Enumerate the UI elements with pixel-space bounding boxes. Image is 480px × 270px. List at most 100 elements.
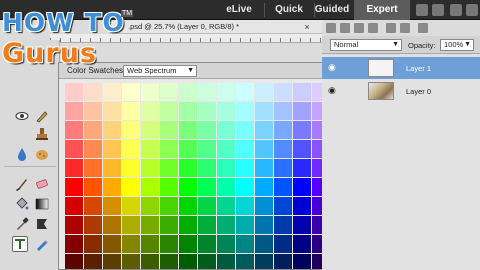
color-swatch[interactable]: [84, 178, 102, 196]
color-swatch[interactable]: [160, 178, 178, 196]
close-document-icon[interactable]: ×: [300, 20, 314, 34]
sponge-icon[interactable]: [34, 146, 50, 162]
color-swatch[interactable]: [141, 121, 159, 139]
color-swatch[interactable]: [274, 254, 292, 269]
color-swatch[interactable]: [217, 216, 235, 234]
color-swatch[interactable]: [179, 83, 197, 101]
color-swatch[interactable]: [103, 197, 121, 215]
color-swatch[interactable]: [141, 197, 159, 215]
gradient-icon[interactable]: [34, 196, 50, 212]
blend-mode-select[interactable]: Normal ▼: [330, 39, 402, 51]
eye-icon[interactable]: [14, 108, 30, 124]
color-swatch[interactable]: [274, 102, 292, 120]
color-swatch[interactable]: [84, 140, 102, 158]
color-swatch[interactable]: [122, 254, 140, 269]
stamp-icon[interactable]: [34, 126, 50, 142]
color-swatch[interactable]: [84, 216, 102, 234]
color-swatch[interactable]: [236, 83, 254, 101]
color-swatch[interactable]: [65, 216, 83, 234]
color-swatch[interactable]: [274, 83, 292, 101]
color-swatch[interactable]: [141, 178, 159, 196]
color-swatch[interactable]: [65, 140, 83, 158]
color-swatch[interactable]: [293, 83, 311, 101]
color-swatch[interactable]: [84, 121, 102, 139]
lock-all-icon[interactable]: [400, 23, 410, 33]
mode-guided[interactable]: Guided: [302, 0, 362, 20]
shape-icon[interactable]: [34, 216, 50, 232]
color-swatch[interactable]: [65, 102, 83, 120]
color-swatch[interactable]: [160, 121, 178, 139]
lock-icon[interactable]: [386, 23, 396, 33]
color-swatch[interactable]: [141, 254, 159, 269]
color-swatch[interactable]: [122, 216, 140, 234]
create-icon[interactable]: [416, 4, 428, 16]
color-swatch[interactable]: [217, 121, 235, 139]
color-swatch[interactable]: [160, 216, 178, 234]
color-swatch[interactable]: [198, 216, 216, 234]
color-swatch[interactable]: [236, 216, 254, 234]
color-swatch[interactable]: [236, 102, 254, 120]
color-swatch[interactable]: [160, 102, 178, 120]
color-swatch[interactable]: [103, 159, 121, 177]
color-swatch[interactable]: [293, 121, 311, 139]
color-swatch[interactable]: [103, 235, 121, 253]
color-swatch[interactable]: [236, 159, 254, 177]
brush-icon[interactable]: [14, 176, 30, 192]
color-swatch[interactable]: [160, 197, 178, 215]
color-swatch[interactable]: [122, 159, 140, 177]
type-icon[interactable]: [12, 236, 28, 252]
color-swatch[interactable]: [274, 178, 292, 196]
layer-row[interactable]: ◉ Layer 0: [322, 80, 480, 102]
color-swatch[interactable]: [198, 254, 216, 269]
color-swatch[interactable]: [217, 254, 235, 269]
new-layer-icon[interactable]: [326, 23, 336, 33]
color-swatch[interactable]: [198, 102, 216, 120]
color-swatch[interactable]: [122, 102, 140, 120]
color-swatch[interactable]: [255, 254, 273, 269]
color-swatch[interactable]: [179, 178, 197, 196]
color-swatch[interactable]: [103, 216, 121, 234]
color-swatch[interactable]: [84, 83, 102, 101]
color-swatch[interactable]: [160, 140, 178, 158]
color-swatch[interactable]: [198, 140, 216, 158]
color-swatch[interactable]: [65, 121, 83, 139]
color-swatch[interactable]: [198, 121, 216, 139]
color-swatch[interactable]: [255, 83, 273, 101]
color-swatch[interactable]: [141, 235, 159, 253]
window-icon[interactable]: [450, 4, 462, 16]
color-swatch[interactable]: [293, 197, 311, 215]
color-swatch[interactable]: [103, 102, 121, 120]
color-swatch[interactable]: [255, 140, 273, 158]
color-swatch[interactable]: [122, 178, 140, 196]
color-swatch[interactable]: [103, 254, 121, 269]
adjustment-layer-icon[interactable]: [354, 23, 364, 33]
color-swatch[interactable]: [293, 216, 311, 234]
color-swatch[interactable]: [274, 216, 292, 234]
color-swatch[interactable]: [84, 102, 102, 120]
color-swatch[interactable]: [160, 159, 178, 177]
color-swatch[interactable]: [198, 159, 216, 177]
color-swatch[interactable]: [236, 140, 254, 158]
eraser-icon[interactable]: [34, 176, 50, 192]
color-swatch[interactable]: [179, 197, 197, 215]
color-swatch[interactable]: [217, 197, 235, 215]
color-swatch[interactable]: [274, 140, 292, 158]
color-swatch[interactable]: [65, 197, 83, 215]
share-icon[interactable]: [432, 4, 444, 16]
color-swatch[interactable]: [122, 83, 140, 101]
eye-icon[interactable]: ◉: [328, 62, 336, 73]
color-swatch[interactable]: [65, 254, 83, 269]
eyedropper-icon[interactable]: [14, 216, 30, 232]
color-swatch[interactable]: [274, 121, 292, 139]
new-group-icon[interactable]: [340, 23, 350, 33]
color-swatch[interactable]: [122, 197, 140, 215]
color-swatch[interactable]: [141, 216, 159, 234]
color-swatch[interactable]: [274, 235, 292, 253]
color-swatch[interactable]: [198, 178, 216, 196]
mode-elive[interactable]: eLive: [214, 0, 264, 20]
color-swatch[interactable]: [65, 178, 83, 196]
blur-drop-icon[interactable]: [14, 146, 30, 162]
quick-selection-icon[interactable]: [34, 108, 50, 124]
color-swatch[interactable]: [103, 140, 121, 158]
color-swatch[interactable]: [236, 178, 254, 196]
